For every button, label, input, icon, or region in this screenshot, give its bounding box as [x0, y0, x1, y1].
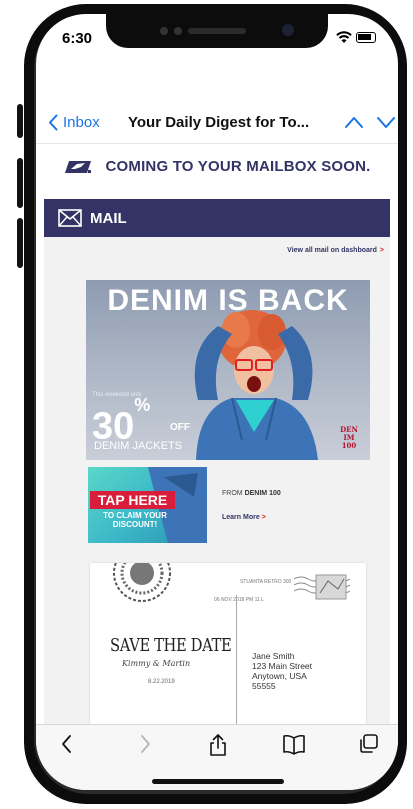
battery-icon [356, 32, 376, 43]
inbox-back-button[interactable]: Inbox [48, 114, 100, 131]
address-line: 55555 [252, 681, 276, 691]
mail-section-label: MAIL [90, 209, 127, 227]
envelope-icon [58, 209, 82, 227]
ad-sender-prefix: FROM [222, 490, 243, 497]
inbox-back-label: Inbox [63, 114, 100, 131]
usps-banner-text: COMING TO YOUR MAILBOX SOON. [105, 158, 371, 175]
browser-toolbar [36, 724, 398, 790]
forward-icon[interactable] [136, 733, 154, 755]
status-bar: 6:30 [36, 14, 398, 62]
ad-percent-sign: % [134, 395, 151, 415]
postcard-divider [236, 595, 237, 724]
view-all-mail-label: View all mail on dashboard [287, 247, 377, 254]
mute-switch [17, 104, 23, 138]
email-body: COMING TO YOUR MAILBOX SOON. MAIL View a… [36, 144, 398, 724]
front-camera [282, 24, 294, 36]
ad-headline: DENIM IS BACK [107, 284, 349, 317]
tap-here-discount-button[interactable]: TAP HERE TO CLAIM YOUR DISCOUNT! [88, 467, 207, 543]
logo-line: 100 [341, 441, 357, 450]
share-icon[interactable] [208, 733, 228, 757]
return-address: STUANTA RETRO 300 [240, 579, 292, 585]
chevron-left-icon [49, 114, 58, 131]
address-line: Anytown, USA [252, 671, 307, 681]
status-time: 6:30 [62, 30, 93, 47]
ad-product-label: DENIM JACKETS [94, 440, 183, 452]
denim-100-logo: DEN IM 100 [332, 426, 366, 450]
volume-up-button [17, 158, 23, 208]
back-icon[interactable] [58, 733, 76, 755]
address-line: 123 Main Street [252, 661, 313, 671]
denim-ad-image[interactable]: DENIM IS BACK This weekend only 30% OFF … [86, 280, 370, 460]
mail-nav-bar: Inbox Your Daily Digest for To... [36, 105, 398, 144]
mail-piece-postcard[interactable]: STUANTA RETRO 300 06 NOV 2018 PM 11 L SA… [90, 563, 366, 724]
mail-digest-area: View all mail on dashboard > DENIM IS BA… [44, 237, 390, 724]
event-date: 8.22.2019 [148, 679, 175, 685]
recipient-address: Jane Smith 123 Main Street Anytown, USA … [252, 651, 312, 691]
postage-stamp-icon [294, 574, 350, 600]
learn-more-arrow: > [261, 514, 266, 521]
ad-discount-percent: 30% [92, 395, 150, 446]
usps-eagle-logo-icon [65, 160, 92, 173]
tap-here-label: TAP HERE [90, 491, 175, 509]
ad-off-label: OFF [170, 422, 190, 433]
email-subject-title: Your Daily Digest for To... [128, 114, 310, 131]
sensor-dot [174, 27, 182, 35]
wifi-icon [336, 31, 352, 43]
tabs-icon[interactable] [358, 733, 380, 755]
link-arrow: > [379, 247, 384, 254]
chevron-down-icon[interactable] [376, 115, 396, 129]
postmark-text: 06 NOV 2018 PM 11 L [214, 597, 264, 603]
save-the-date-headline: SAVE THE DATE [110, 635, 232, 656]
mandala-ornament-icon [113, 563, 171, 602]
chevron-up-icon[interactable] [344, 115, 364, 129]
volume-down-button [17, 218, 23, 268]
address-line: Jane Smith [252, 651, 295, 661]
tap-claim-text: TO CLAIM YOUR DISCOUNT! [103, 511, 167, 529]
learn-more-link[interactable]: Learn More > [222, 514, 266, 521]
usps-banner: COMING TO YOUR MAILBOX SOON. [36, 144, 398, 189]
mail-section-header: MAIL [44, 199, 390, 237]
couple-names: Kimmy & Martin [122, 659, 191, 668]
speaker [188, 28, 246, 34]
home-indicator[interactable] [152, 779, 284, 784]
learn-more-label: Learn More [222, 514, 260, 521]
view-all-mail-link[interactable]: View all mail on dashboard > [287, 247, 384, 254]
bookmarks-icon[interactable] [282, 733, 306, 755]
notch [106, 14, 328, 48]
phone-screen: 6:30 Inbox Your Daily Digest for To... C… [36, 14, 398, 790]
sensor-dot [160, 27, 168, 35]
ad-sender-brand: DENIM 100 [244, 490, 281, 497]
ad-sender: FROM DENIM 100 [222, 490, 281, 497]
system-icons [336, 31, 376, 45]
